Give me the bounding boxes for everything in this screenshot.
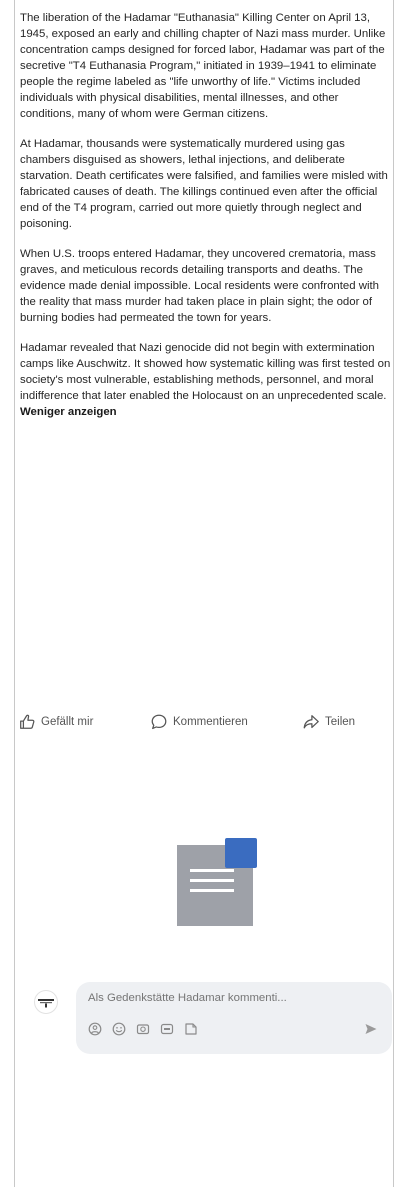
camera-icon[interactable] [136, 1022, 150, 1036]
document-attachment[interactable] [177, 838, 257, 926]
post-paragraph-4-text: Hadamar revealed that Nazi genocide did … [20, 342, 391, 402]
post-paragraph-1: The liberation of the Hadamar "Euthanasi… [20, 12, 386, 120]
page-logo-icon [38, 999, 54, 1008]
comment-label: Kommentieren [173, 716, 248, 728]
emoji-icon[interactable] [112, 1022, 126, 1036]
thumbs-up-icon [20, 714, 35, 729]
post-paragraph-4: Hadamar revealed that Nazi genocide did … [20, 340, 393, 420]
sticker-icon[interactable] [184, 1022, 198, 1036]
document-line [190, 889, 234, 892]
speech-bubble-icon [151, 714, 167, 730]
share-button[interactable]: Teilen [302, 713, 355, 731]
share-arrow-icon [303, 715, 319, 729]
post-text: The liberation of the Hadamar "Euthanasi… [20, 10, 393, 434]
send-icon[interactable] [364, 1022, 378, 1036]
like-label: Gefällt mir [41, 716, 94, 728]
like-button[interactable]: Gefällt mir [18, 713, 150, 731]
comment-input[interactable] [88, 992, 380, 1004]
gif-icon[interactable] [160, 1022, 174, 1036]
share-label: Teilen [325, 716, 356, 728]
post-actions-bar: Gefällt mir Kommentieren Teilen [18, 709, 393, 735]
document-corner-badge [225, 838, 257, 868]
show-less-link[interactable]: Weniger anzeigen [20, 406, 117, 418]
avatar [34, 990, 58, 1014]
comment-button[interactable]: Kommentieren [150, 713, 302, 731]
comment-tools [88, 1022, 208, 1036]
document-line [190, 879, 234, 882]
document-line [190, 869, 234, 872]
comment-input-box[interactable] [76, 982, 392, 1054]
avatar-sticker-icon[interactable] [88, 1022, 102, 1036]
post-paragraph-2: At Hadamar, thousands were systematicall… [20, 138, 388, 230]
post-paragraph-3: When U.S. troops entered Hadamar, they u… [20, 248, 380, 324]
